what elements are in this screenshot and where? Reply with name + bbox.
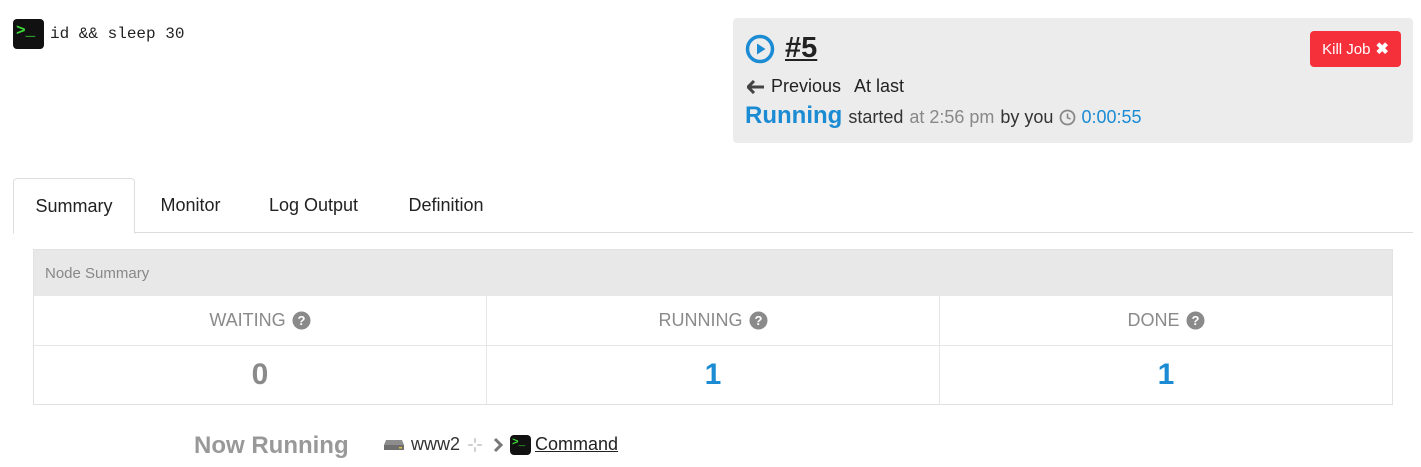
clock-icon xyxy=(1060,109,1076,125)
started-time: at 2:56 pm xyxy=(909,107,995,127)
kill-job-label: Kill Job xyxy=(1322,40,1371,58)
terminal-icon: >_ xyxy=(13,19,44,49)
done-header: DONE ? xyxy=(940,296,1392,345)
tab-monitor[interactable]: Monitor xyxy=(135,178,246,233)
command-text: id && sleep 30 xyxy=(50,25,185,43)
server-icon xyxy=(384,439,404,450)
chevron-right-icon xyxy=(493,437,504,452)
started-by: by you xyxy=(1000,107,1054,127)
waiting-label: WAITING xyxy=(209,310,286,330)
play-circle-icon xyxy=(745,34,775,63)
node-name[interactable]: www2 xyxy=(411,434,460,455)
spinner-icon xyxy=(468,437,483,452)
step-command-link[interactable]: Command xyxy=(535,434,618,455)
running-header: RUNNING ? xyxy=(487,296,940,345)
help-icon[interactable]: ? xyxy=(1186,311,1205,330)
running-label: RUNNING xyxy=(658,310,743,330)
help-icon[interactable]: ? xyxy=(749,311,768,330)
kill-job-button[interactable]: Kill Job ✖ xyxy=(1310,31,1401,67)
waiting-count: 0 xyxy=(34,346,487,404)
done-label: DONE xyxy=(1127,310,1180,330)
arrow-left-icon xyxy=(747,79,764,94)
help-icon[interactable]: ? xyxy=(292,311,311,330)
job-panel: #5 Kill Job ✖ Previous At last Running s… xyxy=(733,18,1413,143)
started-label: started xyxy=(848,107,904,127)
previous-link[interactable]: Previous xyxy=(771,76,841,97)
done-count[interactable]: 1 xyxy=(940,346,1392,404)
svg-text:?: ? xyxy=(1191,313,1199,328)
job-number-link[interactable]: #5 xyxy=(785,32,817,65)
at-last-label: At last xyxy=(854,76,905,96)
now-running-label: Now Running xyxy=(194,432,349,459)
summary-labels-row: WAITING ? RUNNING ? DONE ? xyxy=(34,296,1392,346)
summary-values-row: 0 1 1 xyxy=(34,346,1392,404)
terminal-icon: >_ xyxy=(510,434,532,455)
now-running-node: www2 >_ Command xyxy=(383,434,618,455)
status-badge: Running xyxy=(745,102,843,129)
running-count[interactable]: 1 xyxy=(487,346,940,404)
job-title: #5 xyxy=(745,32,817,65)
svg-text:?: ? xyxy=(297,313,305,328)
svg-text:?: ? xyxy=(754,313,762,328)
waiting-header: WAITING ? xyxy=(34,296,487,345)
node-summary-panel: Node Summary WAITING ? RUNNING ? DONE ? … xyxy=(33,249,1393,405)
tab-definition[interactable]: Definition xyxy=(381,178,511,233)
tab-bar: Summary Monitor Log Output Definition xyxy=(13,178,1413,234)
close-icon: ✖ xyxy=(1375,41,1389,58)
execution-nav: Previous At last xyxy=(747,76,904,97)
duration: 0:00:55 xyxy=(1081,107,1142,127)
command-header: >_ id && sleep 30 xyxy=(13,19,184,49)
node-summary-title: Node Summary xyxy=(34,250,1392,296)
tab-log-output[interactable]: Log Output xyxy=(246,178,381,233)
tab-summary[interactable]: Summary xyxy=(13,178,135,234)
status-line: Running started at 2:56 pm by you 0:00:5… xyxy=(745,102,1142,130)
